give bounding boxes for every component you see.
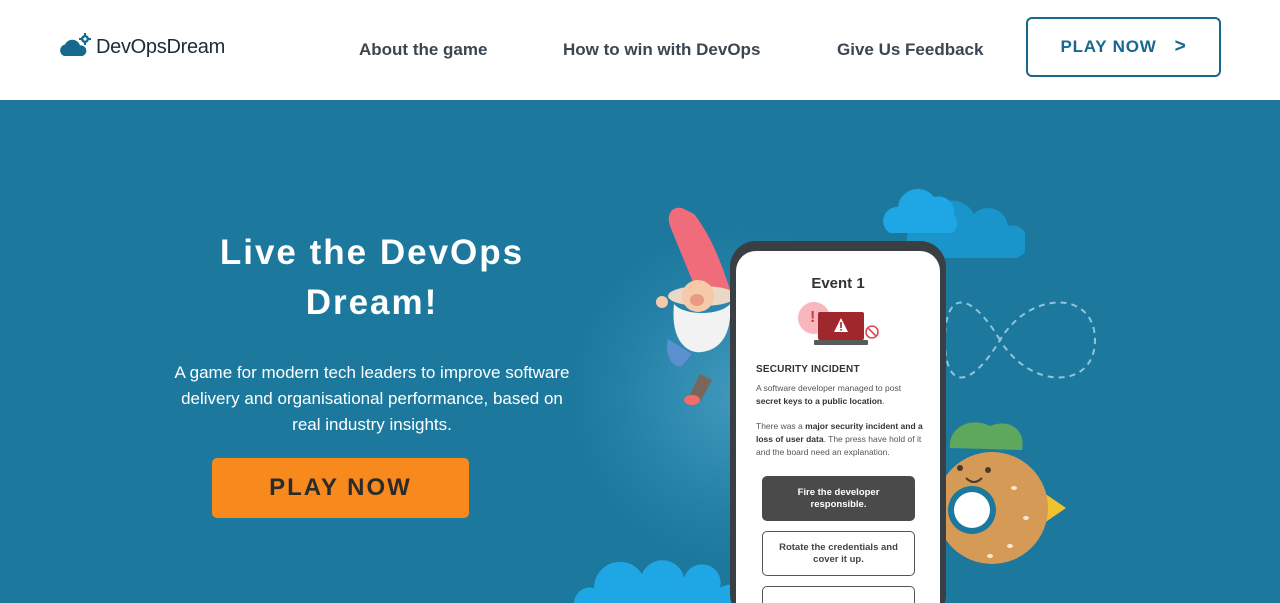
hero-play-now-button[interactable]: PLAY NOW	[212, 458, 469, 518]
hero-title: Live the DevOps Dream!	[219, 233, 525, 322]
site-header: DevOpsDream About the game How to win wi…	[0, 0, 1280, 100]
security-warning-icon: !	[798, 302, 879, 345]
event-title: Event 1	[811, 275, 865, 292]
phone-screen: Event 1 ! SECURITY INCIDENT A software d…	[736, 251, 940, 603]
logo-text-light: Dream	[166, 35, 225, 58]
hero-play-now-label: PLAY NOW	[269, 474, 412, 501]
incident-description-text: A software developer managed to post	[756, 383, 902, 393]
header-play-now-button[interactable]: PLAY NOW >	[1026, 17, 1221, 77]
bagel-illustration	[936, 422, 1066, 564]
nav-feedback-link[interactable]: Give Us Feedback	[837, 40, 983, 60]
logo[interactable]: DevOpsDream	[60, 32, 225, 62]
incident-consequence-start: There was a	[756, 421, 806, 431]
svg-text:!: !	[810, 309, 815, 326]
chevron-right-icon: >	[1174, 36, 1187, 57]
hero-section: Live the DevOps Dream! A game for modern…	[0, 100, 1280, 603]
incident-description: A software developer managed to post sec…	[756, 382, 926, 408]
cloud-gear-icon	[60, 33, 91, 56]
incident-description-bold: secret keys to a public location	[756, 396, 883, 406]
logo-text: DevOpsDream	[96, 36, 225, 59]
choice-fire-developer-button[interactable]: Fire the developer responsible.	[762, 476, 915, 521]
hero-subtitle: A game for modern tech leaders to improv…	[174, 363, 570, 434]
nav-how-to-win-link[interactable]: How to win with DevOps	[563, 40, 760, 60]
nav-about-link[interactable]: About the game	[359, 40, 487, 60]
infinity-loop-illustration	[943, 301, 1097, 379]
incident-consequence: There was a major security incident and …	[756, 420, 926, 459]
choice-rotate-credentials-button[interactable]: Rotate the credentials and cover it up.	[762, 531, 915, 576]
incident-title: SECURITY INCIDENT	[756, 364, 860, 375]
phone-mockup: Event 1 ! SECURITY INCIDENT A software d…	[730, 241, 946, 603]
logo-text-bold: DevOps	[96, 35, 167, 58]
incident-description-end: .	[882, 396, 885, 406]
header-play-now-label: PLAY NOW	[1060, 37, 1157, 56]
choice-wait-standard-button[interactable]: Wait for the standard post	[762, 586, 915, 603]
